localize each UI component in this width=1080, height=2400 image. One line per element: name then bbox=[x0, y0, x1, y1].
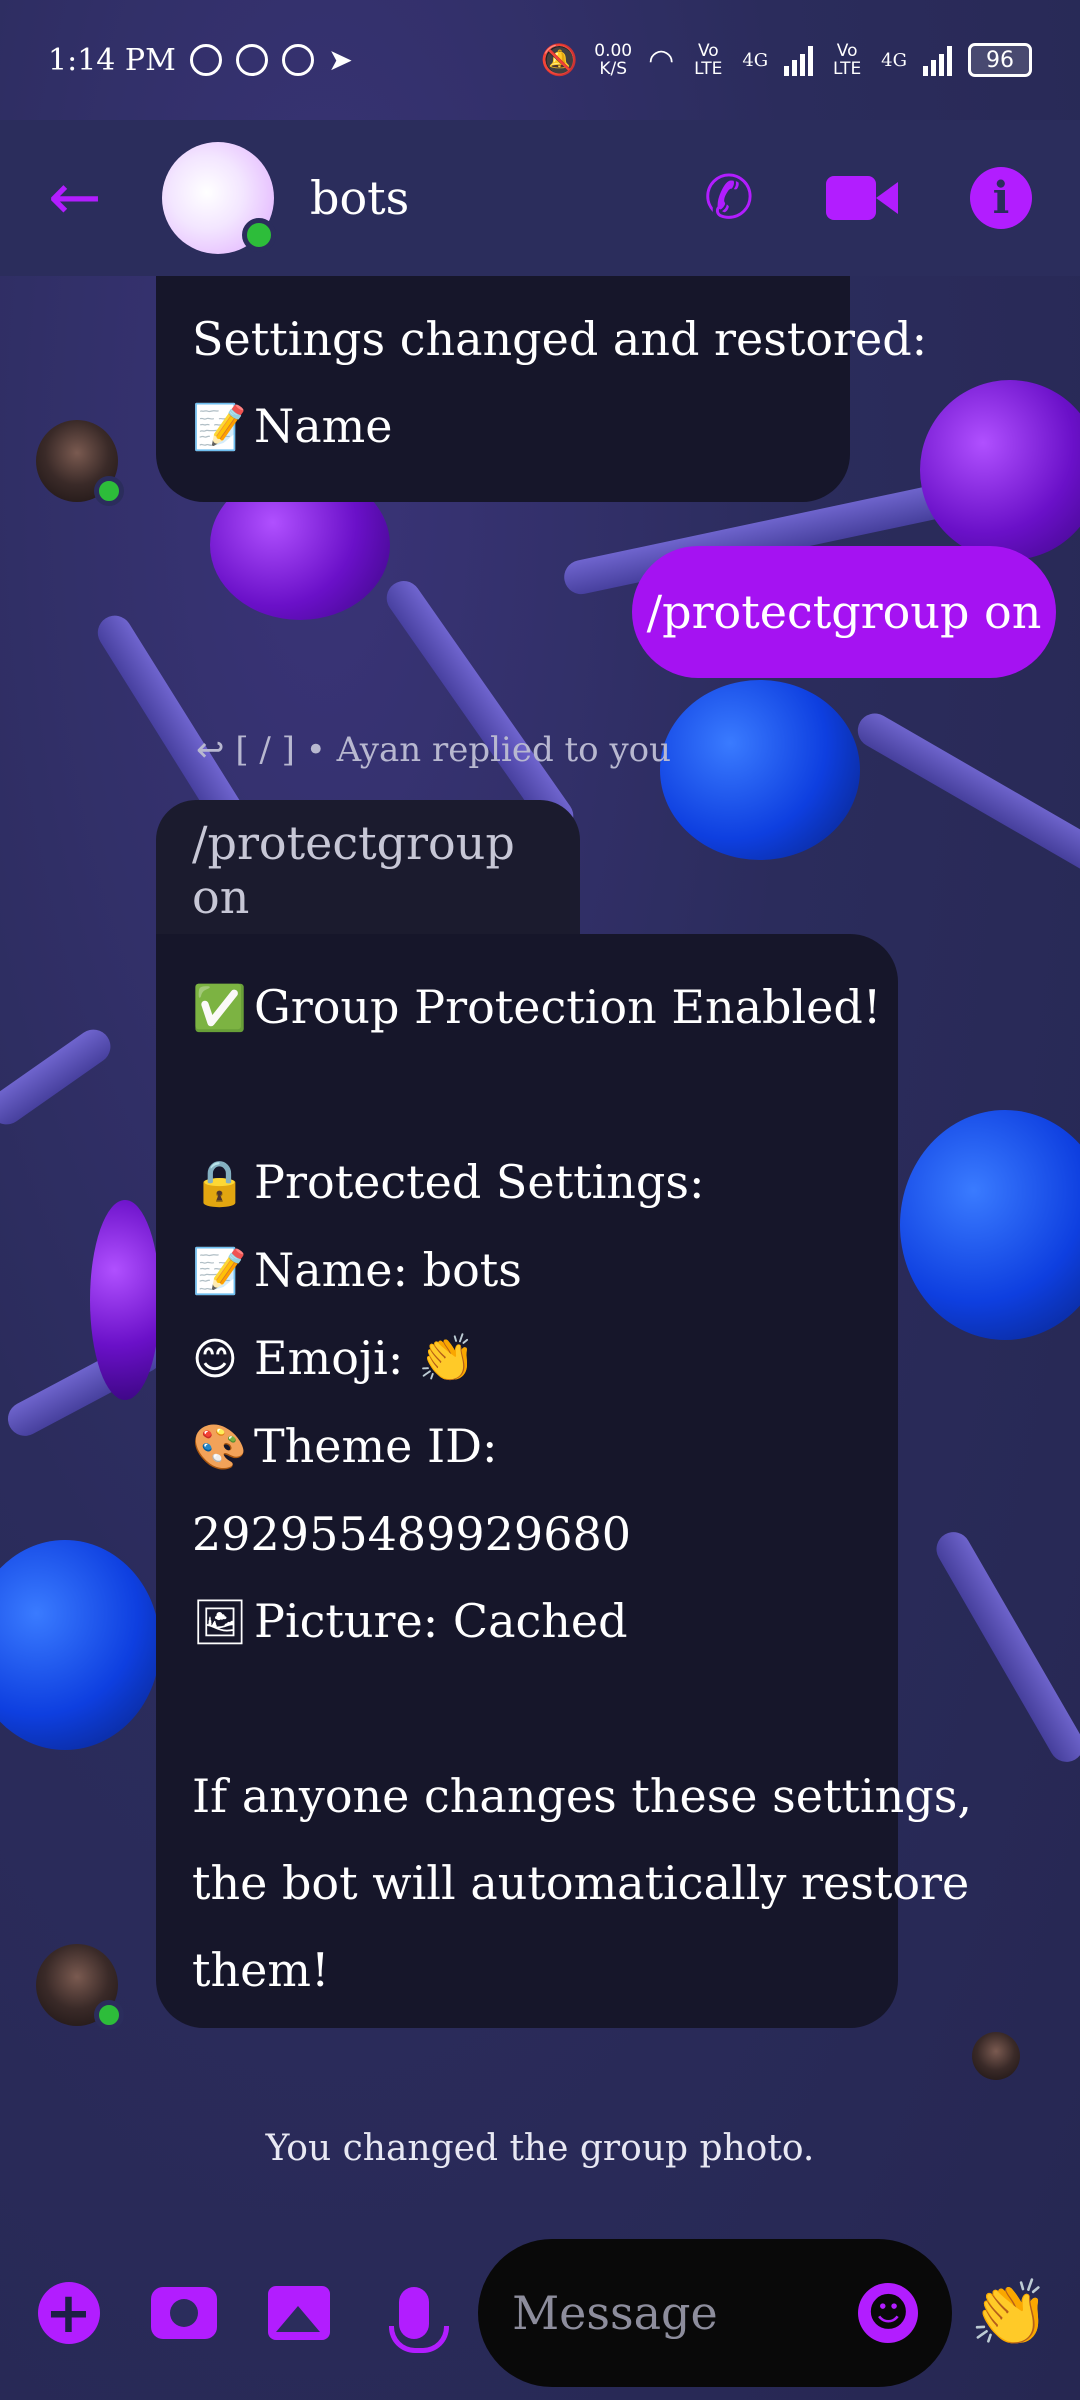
message-composer: + ☻ 👏 bbox=[0, 2226, 1080, 2400]
quick-reaction-clap-icon[interactable]: 👏 bbox=[970, 2276, 1050, 2351]
sender-avatar[interactable] bbox=[36, 1944, 124, 2030]
smiling-face-emoji: 😊 bbox=[192, 1334, 238, 1385]
message-line: 📝 Name: bots bbox=[192, 1227, 862, 1315]
received-message-bubble[interactable]: Settings changed and restored: 📝 Name bbox=[156, 276, 928, 502]
signal-icon bbox=[923, 44, 952, 76]
reply-meta-text: [ / ] • Ayan replied to you bbox=[235, 730, 672, 770]
mute-icon: 🔕 bbox=[540, 42, 579, 78]
add-button[interactable]: + bbox=[30, 2273, 107, 2353]
message-line-text: Group Protection Enabled! bbox=[254, 980, 882, 1034]
voice-button[interactable] bbox=[375, 2273, 452, 2353]
quoted-message[interactable]: /protectgroup on bbox=[156, 800, 580, 940]
messenger-notification-icon bbox=[189, 44, 222, 76]
plus-icon: + bbox=[37, 2281, 100, 2346]
message-line: Settings changed and restored: bbox=[192, 312, 928, 366]
check-mark-emoji: ✅ bbox=[192, 983, 247, 1034]
message-line-text: Theme ID: bbox=[254, 1419, 498, 1473]
message-line: ✅ Group Protection Enabled! bbox=[192, 964, 881, 1052]
message-line-text: Name: bots bbox=[254, 1243, 522, 1297]
emoji-picker-icon[interactable]: ☻ bbox=[858, 2283, 919, 2343]
online-indicator bbox=[94, 476, 124, 506]
signal-icon bbox=[784, 44, 814, 76]
message-line: 292955489929680 bbox=[192, 1507, 631, 1561]
framed-picture-emoji: 🖼 bbox=[192, 1597, 248, 1648]
background-decoration bbox=[0, 1540, 160, 1750]
message-line: If anyone changes these settings, bbox=[192, 1769, 972, 1823]
telegram-notification-icon: ➤ bbox=[327, 42, 353, 78]
lock-emoji: 🔒 bbox=[192, 1158, 247, 1209]
background-decoration bbox=[660, 680, 860, 860]
sim1-network: 4G bbox=[742, 49, 769, 71]
sim2-label: Vo LTE bbox=[833, 41, 862, 79]
microphone-icon bbox=[388, 2287, 449, 2353]
seen-receipt-avatar bbox=[972, 2032, 1020, 2080]
group-avatar[interactable] bbox=[162, 142, 276, 254]
network-speed-unit: K/S bbox=[599, 59, 628, 79]
network-speed: 0.00 K/S bbox=[594, 42, 632, 78]
memo-emoji: 📝 bbox=[192, 1246, 247, 1297]
palette-emoji: 🎨 bbox=[192, 1422, 247, 1473]
reply-indicator: ↩ [ / ] • Ayan replied to you bbox=[196, 730, 671, 770]
background-decoration bbox=[851, 707, 1080, 887]
message-line: 🎨 Theme ID: bbox=[192, 1403, 862, 1491]
message-line: 🖼 Picture: Cached bbox=[192, 1578, 862, 1666]
wifi-icon: ◠ bbox=[648, 42, 675, 78]
whatsapp-notification-icon bbox=[235, 44, 268, 76]
gallery-button[interactable] bbox=[260, 2273, 337, 2353]
camera-button[interactable] bbox=[145, 2273, 222, 2353]
message-line-text: Protected Settings: bbox=[254, 1155, 705, 1209]
background-decoration bbox=[900, 1110, 1080, 1340]
back-arrow-icon[interactable]: ← bbox=[48, 161, 118, 235]
message-line-text: Emoji: 👏 bbox=[254, 1331, 476, 1385]
sent-message-bubble[interactable]: /protectgroup on bbox=[632, 546, 1056, 678]
network-speed-value: 0.00 bbox=[594, 41, 633, 61]
status-time: 1:14 PM bbox=[48, 42, 176, 78]
message-line-text: Name bbox=[254, 399, 393, 453]
message-line: 😊 Emoji: 👏 bbox=[192, 1315, 862, 1403]
status-bar: 1:14 PM ➤ 🔕 0.00 K/S ◠ Vo LTE 4G Vo LTE 4… bbox=[0, 0, 1080, 120]
memo-emoji: 📝 bbox=[192, 402, 247, 453]
message-line: 🔒 Protected Settings: bbox=[192, 1139, 862, 1227]
sim1-label: Vo LTE bbox=[694, 41, 723, 79]
sender-avatar[interactable] bbox=[36, 420, 124, 506]
online-indicator bbox=[94, 2000, 124, 2030]
message-input[interactable] bbox=[512, 2286, 833, 2340]
video-call-icon[interactable] bbox=[826, 174, 898, 222]
online-indicator bbox=[242, 218, 276, 252]
camera-icon bbox=[150, 2287, 217, 2339]
sim2-network: 4G bbox=[881, 49, 907, 71]
message-line: the bot will automatically restore bbox=[192, 1856, 970, 1910]
battery-indicator: 96 bbox=[968, 43, 1032, 77]
background-decoration bbox=[90, 1200, 160, 1400]
background-decoration bbox=[0, 1022, 118, 1132]
message-field[interactable]: ☻ bbox=[478, 2239, 953, 2387]
message-line: them! bbox=[192, 1943, 330, 1997]
reply-arrow-icon: ↩ bbox=[196, 730, 225, 770]
info-icon[interactable]: i bbox=[970, 167, 1032, 229]
message-line-text: Picture: Cached bbox=[254, 1594, 628, 1648]
whatsapp-notification-icon bbox=[281, 44, 314, 76]
phone-call-icon[interactable]: ✆ bbox=[704, 163, 754, 233]
message-line: 📝 Name bbox=[192, 383, 814, 471]
image-icon bbox=[267, 2286, 330, 2340]
chat-title[interactable]: bots bbox=[310, 171, 409, 225]
background-decoration bbox=[920, 380, 1080, 560]
background-decoration bbox=[930, 1525, 1080, 1769]
received-message-bubble[interactable]: ✅ Group Protection Enabled! 🔒 Protected Se… bbox=[156, 934, 972, 2028]
system-notification: You changed the group photo. bbox=[265, 2128, 815, 2169]
chat-header: ← bots ✆ i bbox=[0, 120, 1080, 276]
